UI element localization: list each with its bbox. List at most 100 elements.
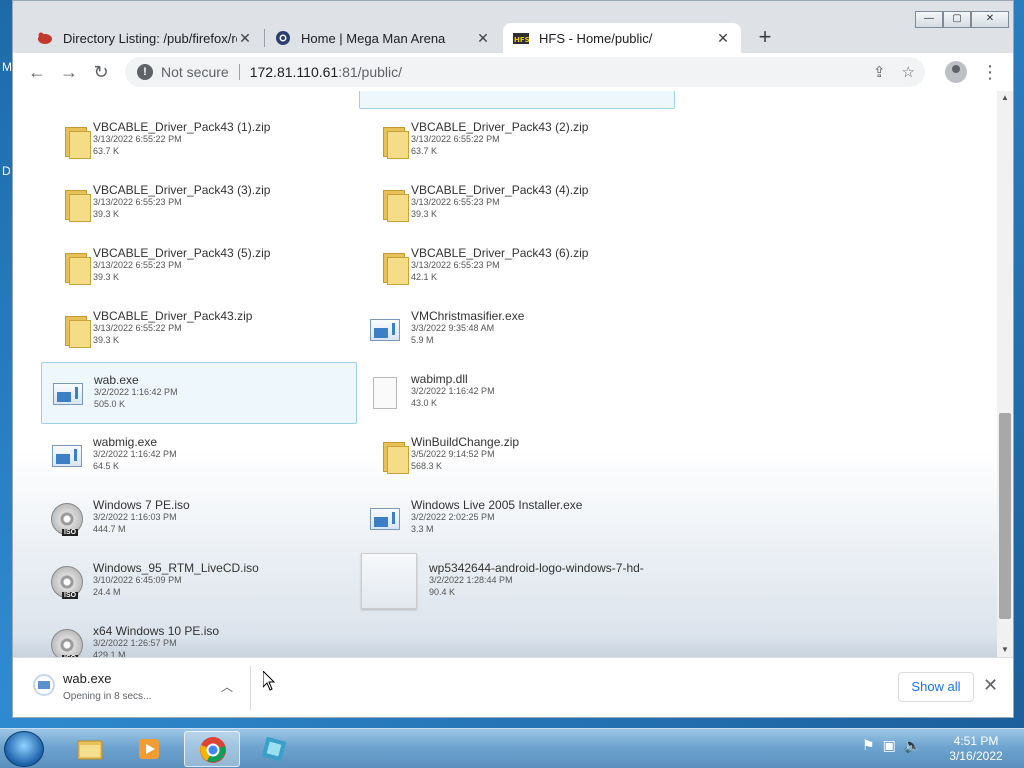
browser-toolbar: ← → ↻ ! Not secure 172.81.110.61 :81/pub… (13, 53, 1013, 91)
clock-date: 3/16/2022 (949, 749, 1003, 763)
file-name[interactable]: wabimp.dll (411, 372, 468, 386)
file-size: 63.7 K (93, 146, 120, 156)
file-name[interactable]: VBCABLE_Driver_Pack43 (2).zip (411, 120, 588, 134)
file-date: 3/13/2022 6:55:23 PM (411, 260, 500, 270)
close-window-button[interactable]: ✕ (971, 11, 1009, 28)
disc-image-icon (51, 629, 83, 657)
file-item[interactable]: wabmig.exe 3/2/2022 1:16:42 PM 64.5 K (41, 425, 357, 487)
file-item[interactable]: wab.exe 3/2/2022 1:16:42 PM 505.0 K (41, 362, 357, 424)
file-name[interactable]: wab.exe (94, 373, 139, 387)
file-item[interactable]: Windows Live 2005 Installer.exe 3/2/2022 … (359, 488, 675, 550)
tab-mega-man-arena[interactable]: Home | Mega Man Arena ✕ (265, 23, 501, 53)
file-size: 568.3 K (411, 461, 443, 471)
file-date: 3/5/2022 9:14:52 PM (411, 449, 495, 459)
tab-close-icon[interactable]: ✕ (237, 30, 253, 47)
file-date: 3/2/2022 1:28:44 PM (429, 575, 513, 585)
show-all-button[interactable]: Show all (898, 672, 974, 702)
file-item[interactable]: wabimp.dll 3/2/2022 1:16:42 PM 43.0 K (359, 362, 675, 424)
vertical-scrollbar[interactable]: ▲ ▼ (997, 91, 1013, 657)
file-size: 43.0 K (411, 398, 438, 408)
tab-close-icon[interactable]: ✕ (475, 30, 491, 47)
gear-icon (276, 31, 290, 45)
file-size: 444.7 M (93, 524, 126, 534)
download-bar: wab.exe Opening in 8 secs... ︿ Show all … (13, 657, 1013, 717)
share-icon[interactable]: ⇪ (873, 63, 886, 81)
file-item[interactable]: x64 Windows 10 PE.iso3/2/2022 1:26:57 PM… (41, 614, 357, 657)
taskbar: ⚑ ▣ 🔈 4:51 PM 3/16/2022 (0, 728, 1024, 768)
file-name[interactable]: VBCABLE_Driver_Pack43.zip (93, 309, 252, 323)
file-item[interactable]: VBCABLE_Driver_Pack43 (2).zip 3/13/2022 6… (359, 110, 675, 172)
network-icon[interactable]: ▣ (883, 737, 896, 754)
zip-folder-icon (51, 125, 91, 159)
profile-avatar[interactable] (945, 61, 967, 83)
back-button[interactable]: ← (25, 60, 49, 84)
file-name[interactable]: Windows_95_RTM_LiveCD.iso (93, 561, 259, 575)
file-name[interactable]: wp5342644-android-logo-windows-7-hd- (429, 561, 644, 575)
file-name[interactable]: WinBuildChange.zip (411, 435, 519, 449)
file-name[interactable]: wabmig.exe (93, 435, 157, 449)
executable-icon (52, 378, 84, 410)
more-menu-icon[interactable]: ⋮ (981, 60, 999, 84)
taskbar-app[interactable] (246, 731, 302, 767)
action-center-icon[interactable]: ⚑ (862, 737, 875, 754)
file-item[interactable]: VBCABLE_Driver_Pack43 (1).zip 3/13/2022 6… (41, 110, 357, 172)
close-download-bar-icon[interactable]: ✕ (983, 675, 998, 696)
download-filename[interactable]: wab.exe (63, 671, 111, 686)
forward-button[interactable]: → (57, 60, 81, 84)
file-name[interactable]: x64 Windows 10 PE.iso (93, 624, 219, 638)
warning-icon[interactable]: ! (137, 64, 153, 80)
file-item[interactable]: Windows 7 PE.iso3/2/2022 1:16:03 PM 444.7… (41, 488, 357, 550)
url-path: :81/public/ (338, 64, 403, 80)
address-bar[interactable]: ! Not secure 172.81.110.61 :81/public/ ⇪… (125, 57, 925, 87)
file-size: 39.3 K (93, 335, 120, 345)
file-size: 39.3 K (411, 209, 438, 219)
file-name[interactable]: VBCABLE_Driver_Pack43 (5).zip (93, 246, 270, 260)
scroll-thumb[interactable] (999, 413, 1011, 619)
file-item[interactable]: Windows_95_RTM_LiveCD.iso3/10/2022 6:45:… (41, 551, 357, 613)
minimize-button[interactable]: — (915, 11, 943, 28)
clock[interactable]: 4:51 PM 3/16/2022 (936, 734, 1016, 764)
volume-icon[interactable]: 🔈 (904, 737, 921, 754)
file-name[interactable]: VBCABLE_Driver_Pack43 (1).zip (93, 120, 270, 134)
file-size: 64.5 K (93, 461, 120, 471)
start-button-icon[interactable] (4, 731, 44, 767)
file-item[interactable]: VBCABLE_Driver_Pack43 (3).zip 3/13/2022 6… (41, 173, 357, 235)
star-icon[interactable]: ☆ (902, 63, 915, 81)
file-name[interactable]: VMChristmasifier.exe (411, 309, 524, 323)
file-size: 429.1 M (93, 650, 126, 657)
file-name[interactable]: VBCABLE_Driver_Pack43 (4).zip (411, 183, 588, 197)
maximize-button[interactable]: ▢ (943, 11, 971, 28)
tab-close-icon[interactable]: ✕ (715, 30, 731, 47)
image-thumbnail (361, 553, 417, 609)
tab-hfs-home[interactable]: HFS HFS - Home/public/ ✕ (503, 23, 741, 53)
download-file-icon[interactable] (33, 674, 55, 696)
file-item[interactable]: VBCABLE_Driver_Pack43 (4).zip 3/13/2022 6… (359, 173, 675, 235)
file-name[interactable]: Windows Live 2005 Installer.exe (411, 498, 582, 512)
reload-button[interactable]: ↻ (89, 60, 113, 84)
file-item[interactable]: wp5342644-android-logo-windows-7-hd- 3/2/… (359, 551, 675, 613)
file-name[interactable]: VBCABLE_Driver_Pack43 (3).zip (93, 183, 270, 197)
taskbar-explorer[interactable] (62, 731, 118, 767)
scroll-down-arrow-icon[interactable]: ▼ (997, 643, 1013, 657)
file-date: 3/2/2022 2:02:25 PM (411, 512, 495, 522)
file-item[interactable]: VBCABLE_Driver_Pack43.zip 3/13/2022 6:55:… (41, 299, 357, 361)
zip-folder-icon (369, 188, 409, 222)
chevron-up-icon[interactable]: ︿ (221, 678, 233, 695)
taskbar-chrome[interactable] (184, 731, 240, 767)
red-panda-icon (38, 32, 52, 44)
file-item[interactable]: WinBuildChange.zip 3/5/2022 9:14:52 PM 568… (359, 425, 675, 487)
tab-directory-listing[interactable]: Directory Listing: /pub/firefox/rel ✕ (27, 23, 263, 53)
taskbar-media-player[interactable] (122, 731, 178, 767)
file-item[interactable]: VMChristmasifier.exe 3/3/2022 9:35:48 AM 5… (359, 299, 675, 361)
file-item[interactable]: VBCABLE_Driver_Pack43 (6).zip 3/13/2022 6… (359, 236, 675, 298)
file-name[interactable]: Windows 7 PE.iso (93, 498, 190, 512)
zip-folder-icon (51, 188, 91, 222)
folder-icon (77, 740, 103, 760)
file-size: 90.4 K (429, 587, 456, 597)
file-date: 3/2/2022 1:16:42 PM (93, 449, 177, 459)
file-name[interactable]: VBCABLE_Driver_Pack43 (6).zip (411, 246, 588, 260)
scroll-up-arrow-icon[interactable]: ▲ (997, 91, 1013, 105)
file-item[interactable]: VBCABLE_Driver_Pack43 (5).zip 3/13/2022 6… (41, 236, 357, 298)
file-item-partial[interactable] (359, 91, 675, 109)
new-tab-button[interactable]: + (751, 24, 779, 52)
